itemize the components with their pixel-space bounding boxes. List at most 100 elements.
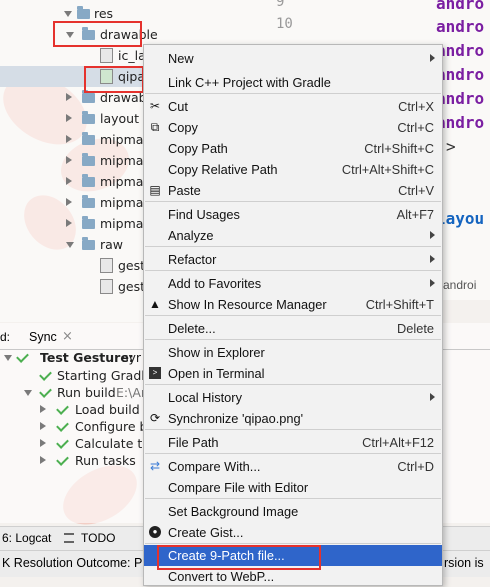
menu-separator	[145, 543, 441, 544]
menu-item-label: File Path	[168, 435, 219, 450]
chevron-right-icon[interactable]	[66, 156, 72, 164]
menu-item-open-in-terminal[interactable]: > Open in Terminal	[144, 363, 442, 384]
line-number: 9	[276, 0, 285, 10]
chevron-down-icon[interactable]	[64, 11, 72, 17]
status-message: K Resolution Outcome: P	[2, 556, 143, 570]
tab-sync[interactable]: Sync	[29, 330, 57, 344]
build-item-label: Load build	[75, 402, 140, 417]
folder-icon	[82, 216, 95, 229]
menu-item-copy-relative-path[interactable]: Copy Relative Path Ctrl+Alt+Shift+C	[144, 159, 442, 180]
code-line: layou	[436, 209, 485, 228]
menu-separator	[145, 453, 441, 454]
code-line: andro	[436, 17, 485, 36]
menu-separator	[145, 429, 441, 430]
folder-icon	[82, 174, 95, 187]
menu-item-file-path[interactable]: File Path Ctrl+Alt+F12	[144, 432, 442, 453]
scissors-icon: ✂	[149, 99, 161, 113]
menu-separator	[145, 270, 441, 271]
menu-item-shortcut: Ctrl+Shift+C	[364, 141, 434, 156]
chevron-right-icon[interactable]	[66, 114, 72, 122]
menu-item-show-in-explorer[interactable]: Show in Explorer	[144, 342, 442, 363]
menu-item-label: Local History	[168, 390, 242, 405]
chevron-right-icon[interactable]	[40, 405, 46, 413]
tab-logcat[interactable]: 6: Logcat	[2, 531, 51, 545]
chevron-right-icon[interactable]	[66, 198, 72, 206]
menu-item-find-usages[interactable]: Find Usages Alt+F7	[144, 204, 442, 225]
menu-item-create-gist[interactable]: ● Create Gist...	[144, 522, 442, 543]
menu-item-synchronize[interactable]: ⟳ Synchronize 'qipao.png'	[144, 408, 442, 429]
build-item-label: Calculate ta	[75, 436, 150, 451]
folder-icon	[82, 195, 95, 208]
chevron-right-icon[interactable]	[40, 456, 46, 464]
menu-item-label: Delete...	[168, 321, 216, 336]
menu-separator	[145, 498, 441, 499]
menu-item-label: Show In Resource Manager	[168, 297, 327, 312]
menu-item-shortcut: Ctrl+Alt+Shift+C	[341, 162, 434, 177]
chevron-down-icon[interactable]	[4, 355, 12, 361]
menu-item-copy[interactable]: ⧉ Copy Ctrl+C	[144, 117, 442, 138]
menu-item-add-to-favorites[interactable]: Add to Favorites	[144, 273, 442, 294]
menu-item-set-background-image[interactable]: Set Background Image	[144, 501, 442, 522]
menu-item-link-cpp[interactable]: Link C++ Project with Gradle	[144, 72, 442, 93]
chevron-down-icon[interactable]	[24, 390, 32, 396]
resource-manager-icon: ▲	[149, 297, 161, 311]
build-item-label: Configure b	[75, 419, 148, 434]
code-line: andro	[436, 0, 485, 13]
submenu-arrow-icon	[430, 393, 435, 401]
close-icon[interactable]: ×	[62, 329, 73, 344]
menu-separator	[145, 246, 441, 247]
menu-item-label: Open in Terminal	[168, 366, 265, 381]
menu-item-analyze[interactable]: Analyze	[144, 225, 442, 246]
code-line: andro	[436, 65, 485, 84]
chevron-right-icon[interactable]	[40, 439, 46, 447]
github-icon: ●	[149, 526, 161, 538]
menu-item-copy-path[interactable]: Copy Path Ctrl+Shift+C	[144, 138, 442, 159]
chevron-right-icon[interactable]	[66, 177, 72, 185]
editor-tab-label[interactable]: androi	[443, 278, 476, 292]
menu-separator	[145, 315, 441, 316]
menu-item-local-history[interactable]: Local History	[144, 387, 442, 408]
code-line: andro	[436, 113, 485, 132]
build-item-label: Run build	[57, 385, 116, 400]
menu-separator	[145, 93, 441, 94]
chevron-right-icon[interactable]	[66, 219, 72, 227]
chevron-down-icon[interactable]	[66, 242, 74, 248]
menu-item-refactor[interactable]: Refactor	[144, 249, 442, 270]
menu-item-label: Find Usages	[168, 207, 240, 222]
menu-item-shortcut: Ctrl+Shift+T	[365, 297, 434, 312]
submenu-arrow-icon	[430, 279, 435, 287]
menu-item-label: Copy	[168, 120, 198, 135]
menu-item-label: Analyze	[168, 228, 214, 243]
copy-icon: ⧉	[150, 120, 160, 134]
menu-item-shortcut: Ctrl+V	[398, 183, 434, 198]
tab-build[interactable]: d:	[0, 330, 10, 344]
build-item-extra: syr	[122, 350, 142, 365]
menu-item-paste[interactable]: ▤ Paste Ctrl+V	[144, 180, 442, 201]
menu-item-shortcut: Alt+F7	[396, 207, 434, 222]
sync-icon: ⟳	[149, 411, 161, 425]
tree-item-label: ic_la	[118, 48, 146, 63]
menu-item-delete[interactable]: Delete... Delete	[144, 318, 442, 339]
menu-item-label: Synchronize 'qipao.png'	[168, 411, 304, 426]
menu-item-cut[interactable]: ✂ Cut Ctrl+X	[144, 96, 442, 117]
annotation-box-create-9-patch	[157, 545, 321, 570]
chevron-right-icon[interactable]	[66, 93, 72, 101]
build-item-label: Test Gesture:	[40, 350, 134, 365]
menu-separator	[145, 384, 441, 385]
folder-icon	[77, 6, 90, 19]
submenu-arrow-icon	[430, 255, 435, 263]
menu-item-label: Compare With...	[168, 459, 261, 474]
submenu-arrow-icon	[430, 231, 435, 239]
chevron-right-icon[interactable]	[40, 422, 46, 430]
menu-item-show-in-resource-manager[interactable]: ▲ Show In Resource Manager Ctrl+Shift+T	[144, 294, 442, 315]
menu-item-label: Link C++ Project with Gradle	[168, 75, 331, 90]
menu-item-shortcut: Ctrl+D	[397, 459, 434, 474]
menu-item-compare-with[interactable]: ⇄ Compare With... Ctrl+D	[144, 456, 442, 477]
menu-item-label: Set Background Image	[168, 504, 299, 519]
menu-item-compare-file-with-editor[interactable]: Compare File with Editor	[144, 477, 442, 498]
menu-item-shortcut: Delete	[397, 321, 434, 336]
menu-item-new[interactable]: New	[144, 48, 442, 69]
list-icon	[64, 533, 74, 543]
tab-todo[interactable]: TODO	[81, 531, 115, 545]
chevron-right-icon[interactable]	[66, 135, 72, 143]
